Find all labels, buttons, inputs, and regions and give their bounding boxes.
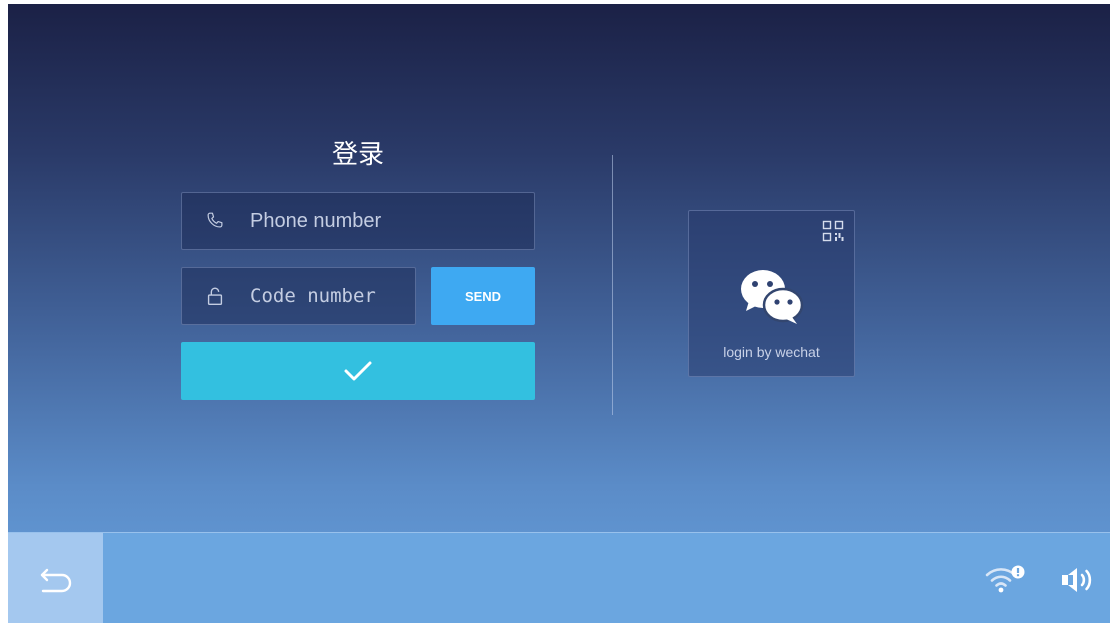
wechat-login-card[interactable]: login by wechat — [688, 210, 855, 377]
qr-code-icon[interactable] — [822, 220, 844, 242]
phone-icon — [207, 212, 223, 228]
back-arrow-icon — [40, 568, 71, 592]
bottom-status-bar — [8, 532, 1110, 623]
code-field[interactable] — [181, 267, 416, 325]
volume-icon[interactable] — [1059, 564, 1095, 596]
phone-input[interactable] — [250, 209, 534, 233]
check-icon — [344, 361, 372, 381]
send-code-button[interactable]: SEND — [431, 267, 535, 325]
lock-icon — [207, 287, 223, 305]
wechat-login-label: login by wechat — [723, 344, 820, 360]
wifi-warning-icon[interactable] — [984, 564, 1026, 596]
wechat-icon — [741, 270, 804, 324]
phone-field[interactable] — [181, 192, 535, 250]
confirm-login-button[interactable] — [181, 342, 535, 400]
back-button[interactable] — [8, 533, 103, 623]
section-divider — [612, 155, 613, 415]
login-title: 登录 — [331, 140, 384, 170]
code-input[interactable] — [250, 285, 415, 307]
login-screen: 登录 SEND — [8, 4, 1110, 623]
